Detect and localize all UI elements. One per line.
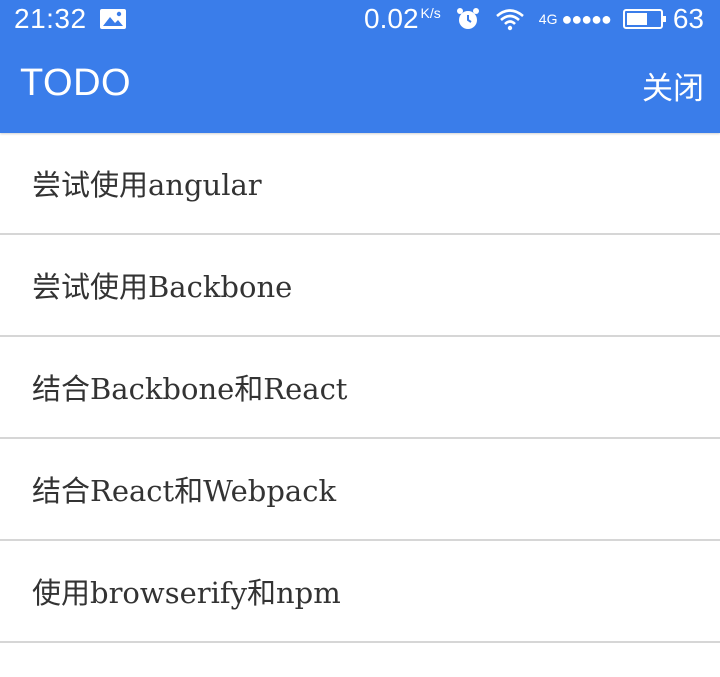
status-time: 21:32 [14, 3, 87, 34]
todo-item-label: 结合Backbone和React [32, 372, 348, 406]
todo-item[interactable]: 结合Backbone和React [0, 337, 720, 439]
todo-item[interactable]: 结合React和Webpack [0, 439, 720, 541]
battery-percent: 63 [672, 3, 704, 34]
network-type: 4G [538, 11, 558, 27]
wifi-icon [495, 7, 525, 31]
page-title: TODO [20, 62, 132, 104]
todo-item[interactable]: 尝试使用angular [0, 133, 720, 235]
net-speed-unit: K/s [420, 5, 441, 21]
todo-item-label: 结合React和Webpack [32, 474, 337, 508]
todo-list: 尝试使用angular 尝试使用Backbone 结合Backbone和Reac… [0, 133, 720, 643]
image-icon [99, 8, 127, 30]
status-bar: 21:32 0.02 K/s 4G ●●●●● 63 [0, 0, 720, 38]
battery-level [626, 13, 647, 25]
todo-item[interactable]: 尝试使用Backbone [0, 235, 720, 337]
alarm-clock-icon [455, 6, 481, 32]
todo-item[interactable]: 使用browserify和npm [0, 541, 720, 643]
todo-item-label: 尝试使用angular [32, 168, 262, 202]
close-button[interactable]: 关闭 [642, 62, 704, 108]
signal-strength: ●●●●● [561, 8, 611, 29]
battery-icon [622, 9, 666, 29]
app-bar: 21:32 0.02 K/s 4G ●●●●● 63 TODO 关闭 [0, 0, 720, 133]
todo-item-label: 尝试使用Backbone [32, 270, 293, 304]
todo-item-label: 使用browserify和npm [32, 576, 341, 610]
net-speed: 0.02 [364, 3, 419, 34]
